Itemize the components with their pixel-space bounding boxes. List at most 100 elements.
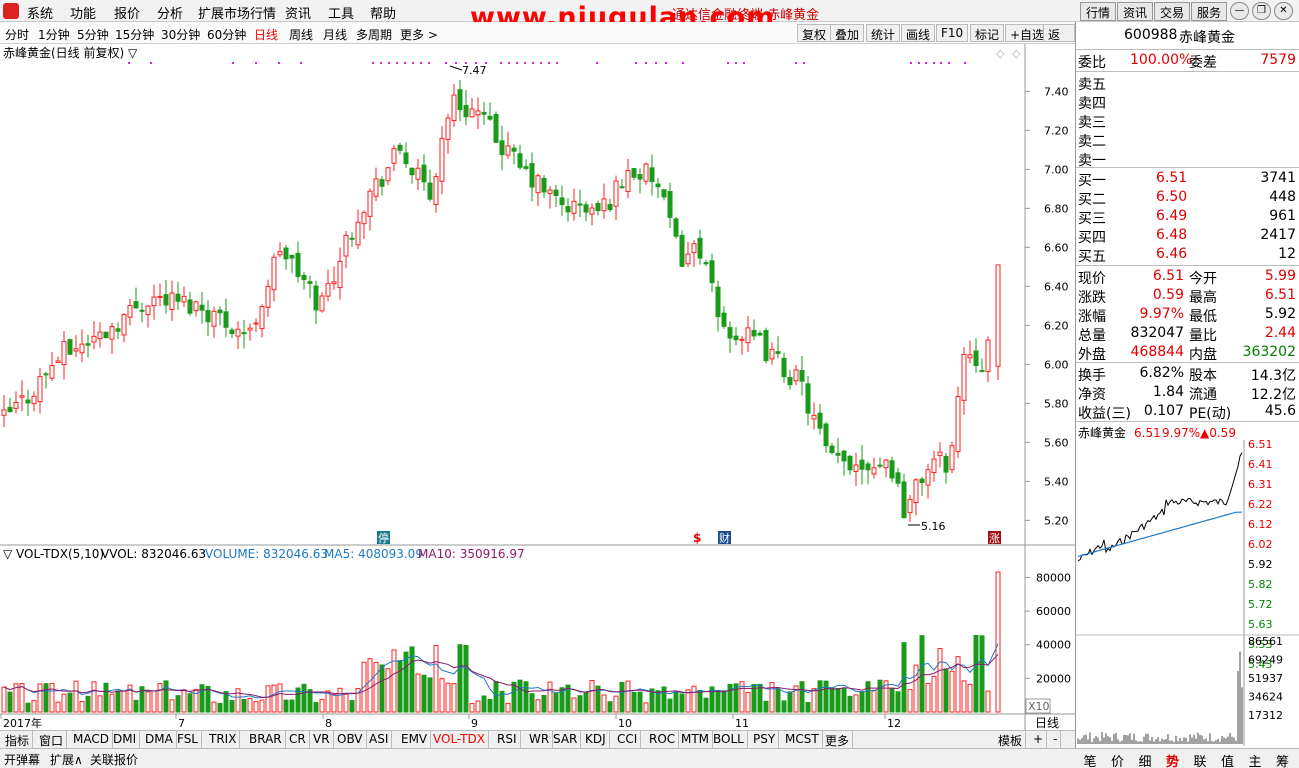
indicator-tab-10[interactable]: OBV: [334, 731, 367, 749]
intraday-mini-chart[interactable]: 赤峰黄金 6.51 9.97% ▲0.59 6.51 6.41 6.31 6.22 6.…: [1076, 422, 1299, 746]
tab-service[interactable]: 服务: [1191, 2, 1228, 21]
candle-body: [205, 310, 211, 323]
indicator-tab-11[interactable]: ASI: [366, 731, 393, 749]
volume-bar: [301, 683, 307, 713]
candle-body: [775, 351, 781, 354]
mark-button[interactable]: 标记: [970, 24, 1005, 42]
indicator-tab-8[interactable]: CR: [286, 731, 310, 749]
indicator-tab-20[interactable]: MTM: [678, 731, 714, 749]
indicator-tab-22[interactable]: PSY: [750, 731, 780, 749]
period-30min[interactable]: 30分钟: [161, 26, 200, 43]
stats-button[interactable]: 统计: [866, 24, 901, 42]
adjust-button[interactable]: 复权: [797, 24, 832, 42]
detail-tab-5[interactable]: 值: [1215, 751, 1241, 768]
volume-bar: [847, 695, 853, 713]
info-dot: [420, 62, 422, 64]
period-intraday[interactable]: 分时: [5, 26, 29, 43]
tab-trade[interactable]: 交易: [1154, 2, 1191, 21]
detail-tab-3[interactable]: 势: [1160, 751, 1186, 768]
zoom-minus-button[interactable]: -: [1050, 731, 1062, 749]
indicator-tab-2[interactable]: MACD: [70, 731, 113, 749]
menu-info[interactable]: 资讯: [285, 3, 311, 22]
indicator-tab-13[interactable]: VOL-TDX: [430, 731, 489, 749]
template-button[interactable]: 模板: [995, 731, 1027, 749]
buy-price: 6.51: [1156, 170, 1188, 186]
indicator-tab-7[interactable]: BRAR: [246, 731, 286, 749]
period-5min[interactable]: 5分钟: [77, 26, 109, 43]
indicator-tab-6[interactable]: TRIX: [206, 731, 241, 749]
indicator-tab-5[interactable]: FSL: [174, 731, 202, 749]
minimize-icon[interactable]: —: [1230, 2, 1249, 20]
detail-tab-6[interactable]: 主: [1242, 751, 1268, 768]
vol-legend-prefix[interactable]: ▽ VOL-TDX(5,10): [3, 547, 104, 561]
danmaku-toggle[interactable]: 开弹幕: [4, 751, 40, 768]
volume-bar: [517, 679, 523, 713]
menu-quote[interactable]: 报价: [114, 3, 140, 22]
candle-body: [43, 373, 49, 376]
candle-body: [865, 463, 871, 471]
detail-tab-2[interactable]: 细: [1132, 751, 1158, 768]
tab-market[interactable]: 行情: [1080, 2, 1117, 21]
period-15min[interactable]: 15分钟: [115, 26, 154, 43]
restore-icon[interactable]: ❐: [1252, 2, 1271, 20]
menu-analysis[interactable]: 分析: [157, 3, 183, 22]
app-logo-icon[interactable]: [3, 3, 19, 19]
detail-tab-7[interactable]: 筹: [1270, 751, 1296, 768]
indicator-tab-24[interactable]: 更多: [822, 731, 854, 749]
tab-news[interactable]: 资讯: [1117, 2, 1154, 21]
finance-marker-text: 财: [719, 531, 730, 545]
menu-tools[interactable]: 工具: [328, 3, 354, 22]
detail-tab-1[interactable]: 价: [1105, 751, 1131, 768]
indicator-tab-1[interactable]: 窗口: [36, 731, 68, 749]
volume-bar: [961, 680, 967, 713]
candle-body: [337, 260, 343, 289]
indicator-tab-19[interactable]: ROC: [646, 731, 680, 749]
period-weekly[interactable]: 周线: [289, 26, 313, 43]
detail-tab-0[interactable]: 笔: [1077, 751, 1103, 768]
volume-bar: [247, 697, 253, 713]
indicator-tab-9[interactable]: VR: [310, 731, 334, 749]
close-icon[interactable]: ✕: [1274, 2, 1293, 20]
indicator-tab-17[interactable]: KDJ: [582, 731, 610, 749]
period-more[interactable]: 更多 >: [400, 26, 438, 43]
toggle-icon[interactable]: ◇: [1012, 47, 1021, 60]
indicator-tab-4[interactable]: DMA: [142, 731, 177, 749]
indicator-tab-21[interactable]: BOLL: [710, 731, 748, 749]
candle-body: [589, 207, 595, 215]
indicator-tab-14[interactable]: RSI: [494, 731, 521, 749]
period-bar: 分时 1分钟 5分钟 15分钟 30分钟 60分钟 日线 周线 月线 多周期 更…: [0, 22, 1075, 59]
indicator-tab-23[interactable]: MCST: [782, 731, 823, 749]
menu-function[interactable]: 功能: [70, 3, 96, 22]
dividend-marker[interactable]: $: [693, 531, 701, 545]
zoom-plus-button[interactable]: +: [1030, 731, 1048, 749]
period-daily[interactable]: 日线: [254, 26, 278, 43]
chart-area[interactable]: 赤峰黄金(日线 前复权) ▽ ◇ ◇ 7.40 7.20 7.00 6.80 6.60 6…: [0, 44, 1075, 744]
volume-bar: [535, 699, 541, 713]
candle-body: [901, 481, 907, 519]
diamond-icon[interactable]: ◇: [996, 47, 1005, 60]
indicator-tab-16[interactable]: SAR: [550, 731, 582, 749]
menu-help[interactable]: 帮助: [370, 3, 396, 22]
candle-body: [631, 168, 637, 178]
candle-body: [793, 369, 799, 382]
related-quote-toggle[interactable]: 关联报价: [90, 751, 138, 768]
indicator-tab-0[interactable]: 指标: [2, 731, 34, 749]
indicator-tab-12[interactable]: EMV: [398, 731, 432, 749]
back-button[interactable]: 返回: [1043, 24, 1075, 59]
indicator-tab-3[interactable]: DMI: [110, 731, 141, 749]
draw-button[interactable]: 画线: [901, 24, 936, 42]
period-monthly[interactable]: 月线: [323, 26, 347, 43]
stat-row: 外盘 468844 内盘 363202: [1076, 343, 1299, 363]
period-multi[interactable]: 多周期: [356, 26, 392, 43]
period-60min[interactable]: 60分钟: [207, 26, 246, 43]
menu-system[interactable]: 系统: [27, 3, 53, 22]
overlay-button[interactable]: 叠加: [830, 24, 865, 42]
menu-extended-market[interactable]: 扩展市场行情: [198, 3, 276, 22]
extend-toggle[interactable]: 扩展∧: [50, 751, 83, 768]
detail-tab-4[interactable]: 联: [1187, 751, 1213, 768]
candle-body: [979, 370, 985, 373]
f10-button[interactable]: F10: [936, 24, 969, 42]
period-1min[interactable]: 1分钟: [38, 26, 70, 43]
kline-chart[interactable]: 赤峰黄金(日线 前复权) ▽ ◇ ◇ 7.40 7.20 7.00 6.80 6.60 6…: [0, 44, 1075, 730]
indicator-tab-18[interactable]: CCI: [614, 731, 642, 749]
